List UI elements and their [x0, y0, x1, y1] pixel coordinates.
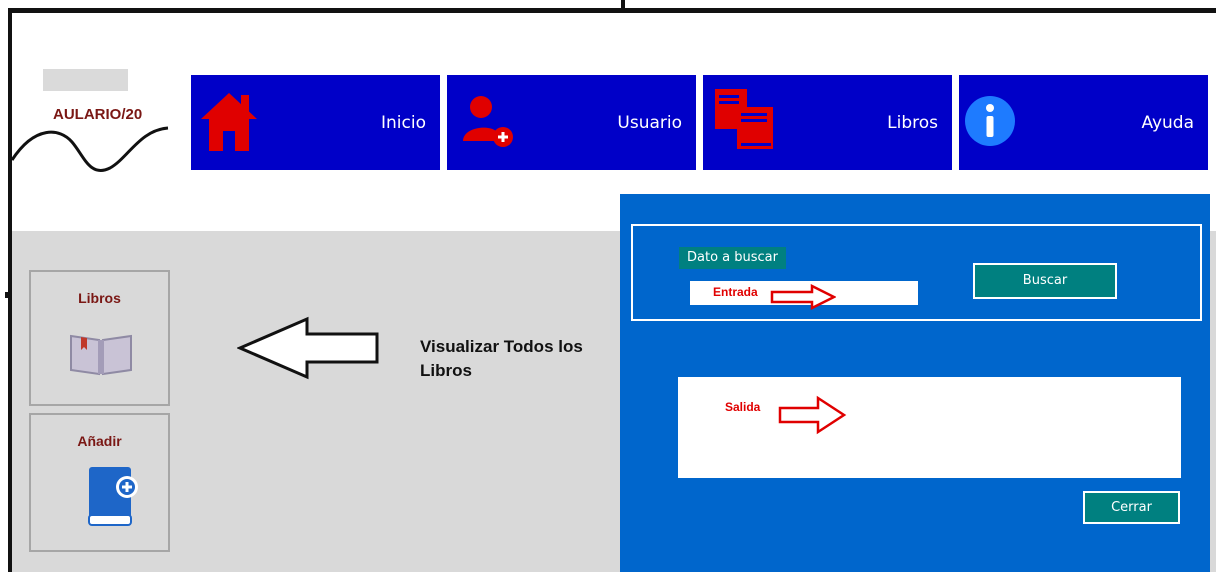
left-arrow-annotation — [237, 316, 379, 380]
nav-inicio-button[interactable]: Inicio — [191, 75, 440, 170]
books-icon — [715, 89, 773, 149]
dato-label: Dato a buscar — [679, 247, 786, 269]
nav-ayuda-button[interactable]: Ayuda — [959, 75, 1208, 170]
add-user-icon — [463, 96, 513, 147]
libros-card-title: Libros — [78, 290, 121, 306]
frame-tick — [621, 0, 625, 13]
nav-ayuda-label: Ayuda — [1141, 113, 1194, 133]
frame-top-border — [8, 8, 1216, 13]
nav-libros-label: Libros — [887, 113, 938, 133]
salida-arrow-icon — [778, 395, 847, 435]
frame-dot — [5, 292, 11, 298]
open-book-icon — [70, 334, 132, 376]
logo-placeholder — [43, 69, 128, 91]
entrada-arrow-icon — [770, 284, 836, 310]
salida-output: Salida — [678, 377, 1181, 478]
home-icon — [201, 93, 257, 151]
search-panel: Dato a buscar Entrada Buscar Salida Cerr… — [620, 194, 1210, 572]
anadir-card-title: Añadir — [77, 433, 122, 449]
nav-libros-button[interactable]: Libros — [703, 75, 952, 170]
libros-card[interactable]: Libros — [29, 270, 170, 406]
salida-label: Salida — [725, 400, 761, 414]
cerrar-button[interactable]: Cerrar — [1083, 491, 1180, 524]
info-icon — [965, 96, 1015, 146]
nav-usuario-label: Usuario — [617, 113, 682, 133]
anadir-card[interactable]: Añadir — [29, 413, 170, 552]
visualizar-annotation: Visualizar Todos los Libros — [420, 337, 583, 380]
nav-inicio-label: Inicio — [381, 113, 426, 133]
logo-wave — [10, 126, 169, 172]
nav-usuario-button[interactable]: Usuario — [447, 75, 696, 170]
entrada-label: Entrada — [713, 285, 758, 299]
add-book-icon — [88, 467, 138, 526]
buscar-button[interactable]: Buscar — [973, 263, 1117, 299]
